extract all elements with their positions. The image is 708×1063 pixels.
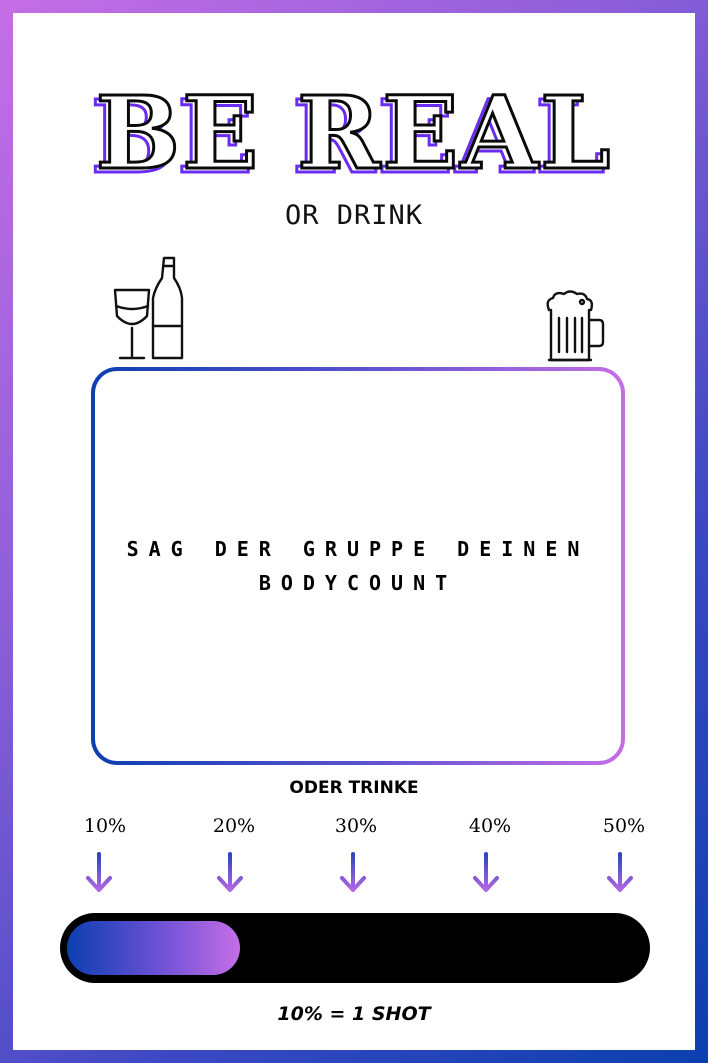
card-subtitle: OR DRINK [284,200,424,231]
prompt-text: SAG DER GRUPPE DEINEN BODYCOUNT [126,537,590,595]
scale-label-50: 50% [602,815,646,837]
scale-label-20: 20% [212,815,256,837]
wine-glass-and-bottle-icon [113,256,184,360]
arrow-down-icon [86,852,112,892]
beer-mug-icon [546,290,605,362]
progress-track [60,913,650,983]
arrow-down-icon [607,852,633,892]
title-text: BE REAL [94,74,613,192]
card-title: BE REAL BE REAL [0,74,708,194]
arrow-down-icon [217,852,243,892]
progress-fill [67,921,240,975]
prompt-box: SAG DER GRUPPE DEINEN BODYCOUNT [91,367,625,765]
arrow-down-icon [340,852,366,892]
arrow-down-icon [473,852,499,892]
or-drink-label: ODER TRINKE [289,778,419,798]
scale-label-30: 30% [334,815,378,837]
scale-label-40: 40% [468,815,512,837]
card-frame: BE REAL BE REAL OR DRINK SAG DER GRUPPE … [0,0,708,1063]
footer-text: 10% = 1 SHOT [277,1003,431,1025]
scale-label-10: 10% [83,815,127,837]
